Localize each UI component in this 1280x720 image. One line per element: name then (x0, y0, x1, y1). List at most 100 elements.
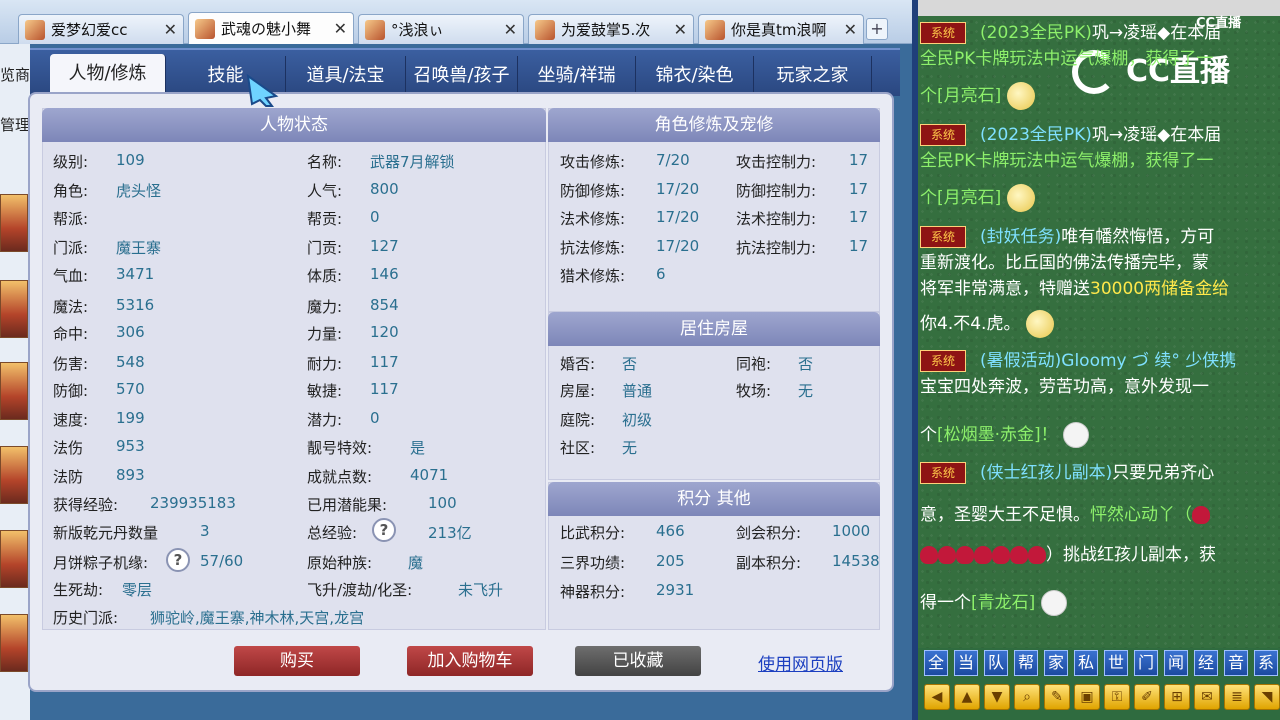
stat-value: 213亿 (428, 524, 472, 542)
channel-button-system[interactable]: 系 (1254, 650, 1278, 676)
new-tab-button[interactable]: + (866, 18, 888, 40)
stat-label: 攻击修炼: (560, 153, 626, 171)
chat-tag: (2023全民PK) (980, 125, 1092, 145)
grid-icon[interactable]: ▣ (1074, 684, 1100, 710)
web-version-link[interactable]: 使用网页版 (758, 650, 843, 675)
stat-label: 原始种族: (307, 554, 373, 572)
channel-button-current[interactable]: 当 (954, 650, 978, 676)
close-icon[interactable]: ✕ (674, 20, 687, 39)
chat-line: 个[松烟墨·赤金]！ (920, 422, 1090, 448)
channel-button-sect[interactable]: 门 (1134, 650, 1158, 676)
stat-value: 205 (656, 552, 685, 570)
tab-character[interactable]: 人物/修炼 (50, 54, 166, 94)
chat-item[interactable]: [青龙石] (971, 593, 1035, 613)
tab-home[interactable]: 玩家之家 (754, 56, 872, 96)
arrow-down-icon[interactable]: ▼ (984, 684, 1010, 710)
system-badge: 系统 (920, 226, 966, 248)
channel-button-private[interactable]: 私 (1074, 650, 1098, 676)
help-icon[interactable]: ? (166, 548, 190, 572)
stat-value: 17 (849, 237, 869, 255)
chat-item[interactable]: [月亮石] (937, 86, 1001, 106)
channel-button-team[interactable]: 队 (984, 650, 1008, 676)
stat-value: 239935183 (150, 494, 236, 512)
stat-value: 117 (370, 353, 399, 371)
stat-value: 17 (849, 151, 869, 169)
chat-line: (2023全民PK)巩→凌瑶◆在本届 (980, 20, 1221, 46)
chat-toolbar: ◀ ▲ ▼ ⌕ ✎ ▣ ⚿ ✐ ⊞ ✉ ≣ ◥ (920, 684, 1280, 712)
chat-line: (侠士红孩儿副本)只要兄弟齐心 (980, 460, 1214, 486)
browser-tab-3[interactable]: °浅浪ぃ ✕ (358, 14, 524, 44)
game-nav: 人物/修炼 技能 道具/法宝 召唤兽/孩子 坐骑/祥瑞 锦衣/染色 玩家之家 (30, 48, 900, 96)
system-badge: 系统 (920, 350, 966, 372)
layout-icon[interactable]: ⊞ (1164, 684, 1190, 710)
heart-icon (920, 546, 938, 564)
stat-label: 总经验: (307, 524, 358, 542)
channel-button-all[interactable]: 全 (924, 650, 948, 676)
character-portrait (0, 362, 28, 420)
chat-item[interactable]: [月亮石] (937, 188, 1001, 208)
add-to-cart-button[interactable]: 加入购物车 (407, 646, 533, 676)
channel-button-guild[interactable]: 帮 (1014, 650, 1038, 676)
channel-button-family[interactable]: 家 (1044, 650, 1068, 676)
close-icon[interactable]: ✕ (504, 20, 517, 39)
chat-text: 将军非常满意，特赠送 (920, 279, 1090, 299)
arrow-up-icon[interactable]: ▲ (954, 684, 980, 710)
chat-line: ）挑战红孩儿副本，获 (920, 542, 1216, 568)
stat-label: 名称: (307, 153, 343, 171)
stat-value: 17/20 (656, 208, 700, 226)
close-icon[interactable]: ✕ (334, 19, 347, 38)
stat-value: 4071 (410, 466, 449, 484)
stat-label: 新版乾元丹数量 (53, 524, 159, 542)
tab-pets[interactable]: 召唤兽/孩子 (406, 56, 518, 96)
tab-outfits[interactable]: 锦衣/染色 (636, 56, 754, 96)
stat-value: 953 (116, 437, 145, 455)
tab-mounts[interactable]: 坐骑/祥瑞 (518, 56, 636, 96)
stat-label: 帮派: (53, 210, 89, 228)
chat-text: 你4.不4.虎。 (920, 314, 1021, 334)
stat-value: 虎头怪 (116, 182, 162, 200)
stat-value: 武器7月解锁 (370, 153, 455, 171)
browser-tab-2[interactable]: 武魂の魅小舞 ✕ (188, 12, 354, 44)
tab-items[interactable]: 道具/法宝 (286, 56, 406, 96)
browser-tab-5[interactable]: 你是真tm浪啊 ✕ (698, 14, 864, 44)
stat-label: 防御修炼: (560, 182, 626, 200)
chat-item[interactable]: [松烟墨·赤金]！ (937, 425, 1058, 445)
channel-button-news[interactable]: 闻 (1164, 650, 1188, 676)
close-icon[interactable]: ✕ (164, 20, 177, 39)
buy-button[interactable]: 购买 (234, 646, 360, 676)
help-icon[interactable]: ? (372, 518, 396, 542)
resize-icon[interactable]: ◥ (1254, 684, 1280, 710)
stat-label: 成就点数: (307, 468, 373, 486)
stat-value: 17/20 (656, 180, 700, 198)
channel-button-voice[interactable]: 音 (1224, 650, 1248, 676)
browser-tab-4[interactable]: 为爱鼓掌5.次 ✕ (528, 14, 694, 44)
list-icon[interactable]: ≣ (1224, 684, 1250, 710)
message-icon[interactable]: ✉ (1194, 684, 1220, 710)
system-badge: 系统 (920, 462, 966, 484)
arrow-left-icon[interactable]: ◀ (924, 684, 950, 710)
favorited-button[interactable]: 已收藏 (575, 646, 701, 676)
chat-line: 重新渡化。比丘国的佛法传播完毕，蒙 (920, 253, 1209, 273)
avatar-icon (705, 19, 725, 40)
stat-label: 速度: (53, 411, 89, 429)
stat-label: 房屋: (560, 382, 596, 400)
close-icon[interactable]: ✕ (844, 20, 857, 39)
brush-icon[interactable]: ✐ (1134, 684, 1160, 710)
stat-value: 3 (200, 522, 210, 540)
channel-button-world[interactable]: 世 (1104, 650, 1128, 676)
browser-tab-1[interactable]: 爱梦幻爱cc ✕ (18, 14, 184, 44)
stat-value: 魔 (408, 554, 424, 572)
chat-text: 个 (920, 86, 937, 106)
stat-label: 魔力: (307, 298, 343, 316)
stat-value: 306 (116, 323, 145, 341)
stat-label: 法防 (53, 468, 84, 486)
lock-icon[interactable]: ⚿ (1104, 684, 1130, 710)
stat-value: 800 (370, 180, 399, 198)
edit-icon[interactable]: ✎ (1044, 684, 1070, 710)
stat-value: 否 (622, 355, 638, 373)
stat-label: 抗法修炼: (560, 239, 626, 257)
stat-value: 146 (370, 265, 399, 283)
search-icon[interactable]: ⌕ (1014, 684, 1040, 710)
channel-button-exp[interactable]: 经 (1194, 650, 1218, 676)
tab-label: 为爱鼓掌5.次 (561, 21, 651, 39)
